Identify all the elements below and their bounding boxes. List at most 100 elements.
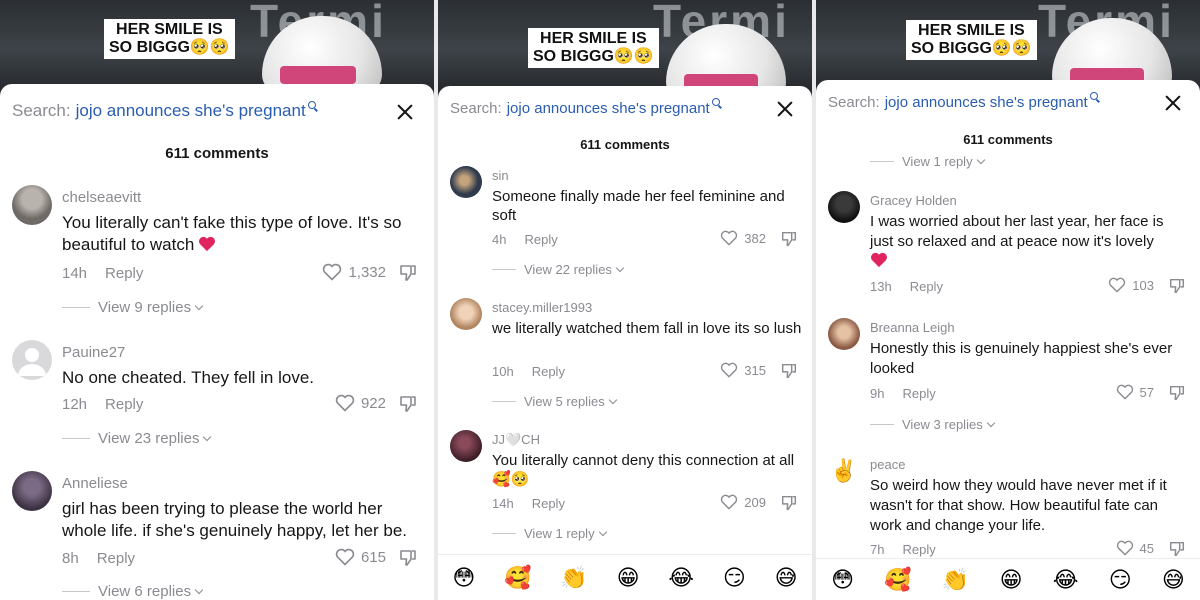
comment-text-body: You literally can't fake this type of lo… xyxy=(62,213,402,254)
reply-button[interactable]: Reply xyxy=(105,265,143,282)
reply-button[interactable]: Reply xyxy=(524,232,557,247)
view-replies-button[interactable]: View 1 reply xyxy=(492,526,607,541)
view-replies-button[interactable]: View 23 replies xyxy=(62,430,212,447)
like-button[interactable]: 103 xyxy=(1108,277,1154,293)
default-user-icon xyxy=(18,348,46,376)
avatar[interactable] xyxy=(828,191,860,223)
avatar[interactable]: ✌️ xyxy=(828,455,860,487)
emoji-button[interactable]: 👏 xyxy=(942,567,969,593)
comment-time: 14h xyxy=(62,265,88,282)
search-prefix: Search: xyxy=(450,99,502,117)
emoji-button[interactable]: 😂 xyxy=(668,565,694,591)
view-replies-button[interactable]: View 9 replies xyxy=(62,299,204,316)
avatar[interactable] xyxy=(12,340,52,380)
dislike-icon[interactable] xyxy=(780,362,798,380)
emoji-button[interactable]: 👏 xyxy=(560,565,587,591)
view-replies-button[interactable]: View 22 replies xyxy=(492,262,625,277)
emoji-quick-bar: 😳 🥰 👏 😁 😂 😏 😅 xyxy=(438,554,812,600)
like-button[interactable]: 382 xyxy=(720,230,766,246)
dislike-icon[interactable] xyxy=(398,394,418,414)
emoji-button[interactable]: 😳 xyxy=(452,565,475,591)
comment-username[interactable]: sin xyxy=(492,168,509,183)
heart-outline-icon xyxy=(1109,277,1126,293)
comment-username[interactable]: Gracey Holden xyxy=(870,193,957,208)
like-button[interactable]: 1,332 xyxy=(322,263,386,281)
view-replies-button[interactable]: View 6 replies xyxy=(62,583,204,600)
dislike-icon[interactable] xyxy=(780,494,798,512)
emoji-button[interactable]: 🥰 xyxy=(504,565,531,591)
view-replies-label: View 22 replies xyxy=(524,262,612,277)
dislike-icon[interactable] xyxy=(1168,384,1186,402)
reply-button[interactable]: Reply xyxy=(532,364,565,379)
avatar[interactable] xyxy=(450,166,482,198)
view-replies-label: View 3 replies xyxy=(902,417,983,432)
comment-username[interactable]: chelseaevitt xyxy=(62,189,141,206)
like-button[interactable]: 615 xyxy=(335,548,386,566)
heart-outline-icon xyxy=(721,362,738,378)
emoji-button[interactable]: 😏 xyxy=(1109,567,1132,593)
dislike-icon[interactable] xyxy=(1168,540,1186,558)
comment-time: 9h xyxy=(870,386,885,401)
close-icon[interactable] xyxy=(1162,92,1184,114)
reply-button[interactable]: Reply xyxy=(105,396,143,413)
view-replies-button[interactable]: View 1 reply xyxy=(870,154,985,169)
avatar[interactable] xyxy=(12,471,52,511)
comment-username[interactable]: Pauine27 xyxy=(62,344,125,361)
comment-time: 13h xyxy=(870,279,892,294)
like-button[interactable]: 315 xyxy=(720,362,766,378)
reply-button[interactable]: Reply xyxy=(902,386,935,401)
emoji-button[interactable]: 😂 xyxy=(1053,567,1079,593)
comment-meta: 13h Reply xyxy=(870,279,943,294)
view-replies-label: View 5 replies xyxy=(524,394,605,409)
comment-meta: 9h Reply xyxy=(870,386,936,401)
avatar[interactable] xyxy=(450,430,482,462)
heart-outline-icon xyxy=(721,230,738,246)
close-icon[interactable] xyxy=(394,101,416,123)
search-term-link[interactable]: jojo announces she's pregnant xyxy=(76,101,306,121)
comment-username[interactable]: Anneliese xyxy=(62,475,128,492)
comment-meta: 4h Reply xyxy=(492,232,558,247)
emoji-button[interactable]: 😳 xyxy=(831,567,854,593)
avatar[interactable] xyxy=(828,318,860,350)
avatar[interactable] xyxy=(450,298,482,330)
dislike-icon[interactable] xyxy=(398,548,418,568)
emoji-button[interactable]: 😅 xyxy=(1162,567,1185,593)
emoji-button[interactable]: 😁 xyxy=(617,565,640,591)
like-button[interactable]: 209 xyxy=(720,494,766,510)
comment-username[interactable]: stacey.miller1993 xyxy=(492,300,592,315)
reply-button[interactable]: Reply xyxy=(902,542,935,557)
replies-divider xyxy=(62,438,90,439)
reply-button[interactable]: Reply xyxy=(532,496,565,511)
comment-meta: 10h Reply xyxy=(492,364,565,379)
comment-username[interactable]: Breanna Leigh xyxy=(870,320,955,335)
dislike-icon[interactable] xyxy=(1168,277,1186,295)
like-button[interactable]: 57 xyxy=(1116,384,1154,400)
comment-username[interactable]: JJ🤍CH xyxy=(492,432,540,448)
close-icon[interactable] xyxy=(774,98,796,120)
like-button[interactable]: 922 xyxy=(335,394,386,412)
caption-line-2: SO BIGGG🥺🥺 xyxy=(109,39,230,56)
search-row[interactable]: Search: jojo announces she's pregnant xyxy=(828,89,1188,115)
reply-button[interactable]: Reply xyxy=(97,550,135,567)
comment-item: Anneliese girl has been trying to please… xyxy=(12,471,422,600)
search-row[interactable]: Search: jojo announces she's pregnant xyxy=(450,95,800,121)
view-replies-button[interactable]: View 5 replies xyxy=(492,394,617,409)
emoji-button[interactable]: 😁 xyxy=(1000,567,1023,593)
red-heart-emoji-icon xyxy=(871,252,887,268)
reply-button[interactable]: Reply xyxy=(910,279,943,294)
search-term-link[interactable]: jojo announces she's pregnant xyxy=(885,94,1088,111)
emoji-button[interactable]: 🥰 xyxy=(884,567,911,593)
dislike-icon[interactable] xyxy=(780,230,798,248)
avatar[interactable] xyxy=(12,185,52,225)
dislike-icon[interactable] xyxy=(398,263,418,283)
comment-text: Someone finally made her feel feminine a… xyxy=(492,188,785,224)
like-count: 315 xyxy=(744,362,766,378)
comment-username[interactable]: peace xyxy=(870,457,905,472)
emoji-button[interactable]: 😏 xyxy=(723,565,746,591)
search-row[interactable]: Search: jojo announces she's pregnant xyxy=(12,98,422,124)
view-replies-button[interactable]: View 3 replies xyxy=(870,417,995,432)
comment-meta: 7h Reply xyxy=(870,542,936,557)
emoji-button[interactable]: 😅 xyxy=(775,565,798,591)
search-term-link[interactable]: jojo announces she's pregnant xyxy=(507,100,710,117)
like-button[interactable]: 45 xyxy=(1116,540,1154,556)
